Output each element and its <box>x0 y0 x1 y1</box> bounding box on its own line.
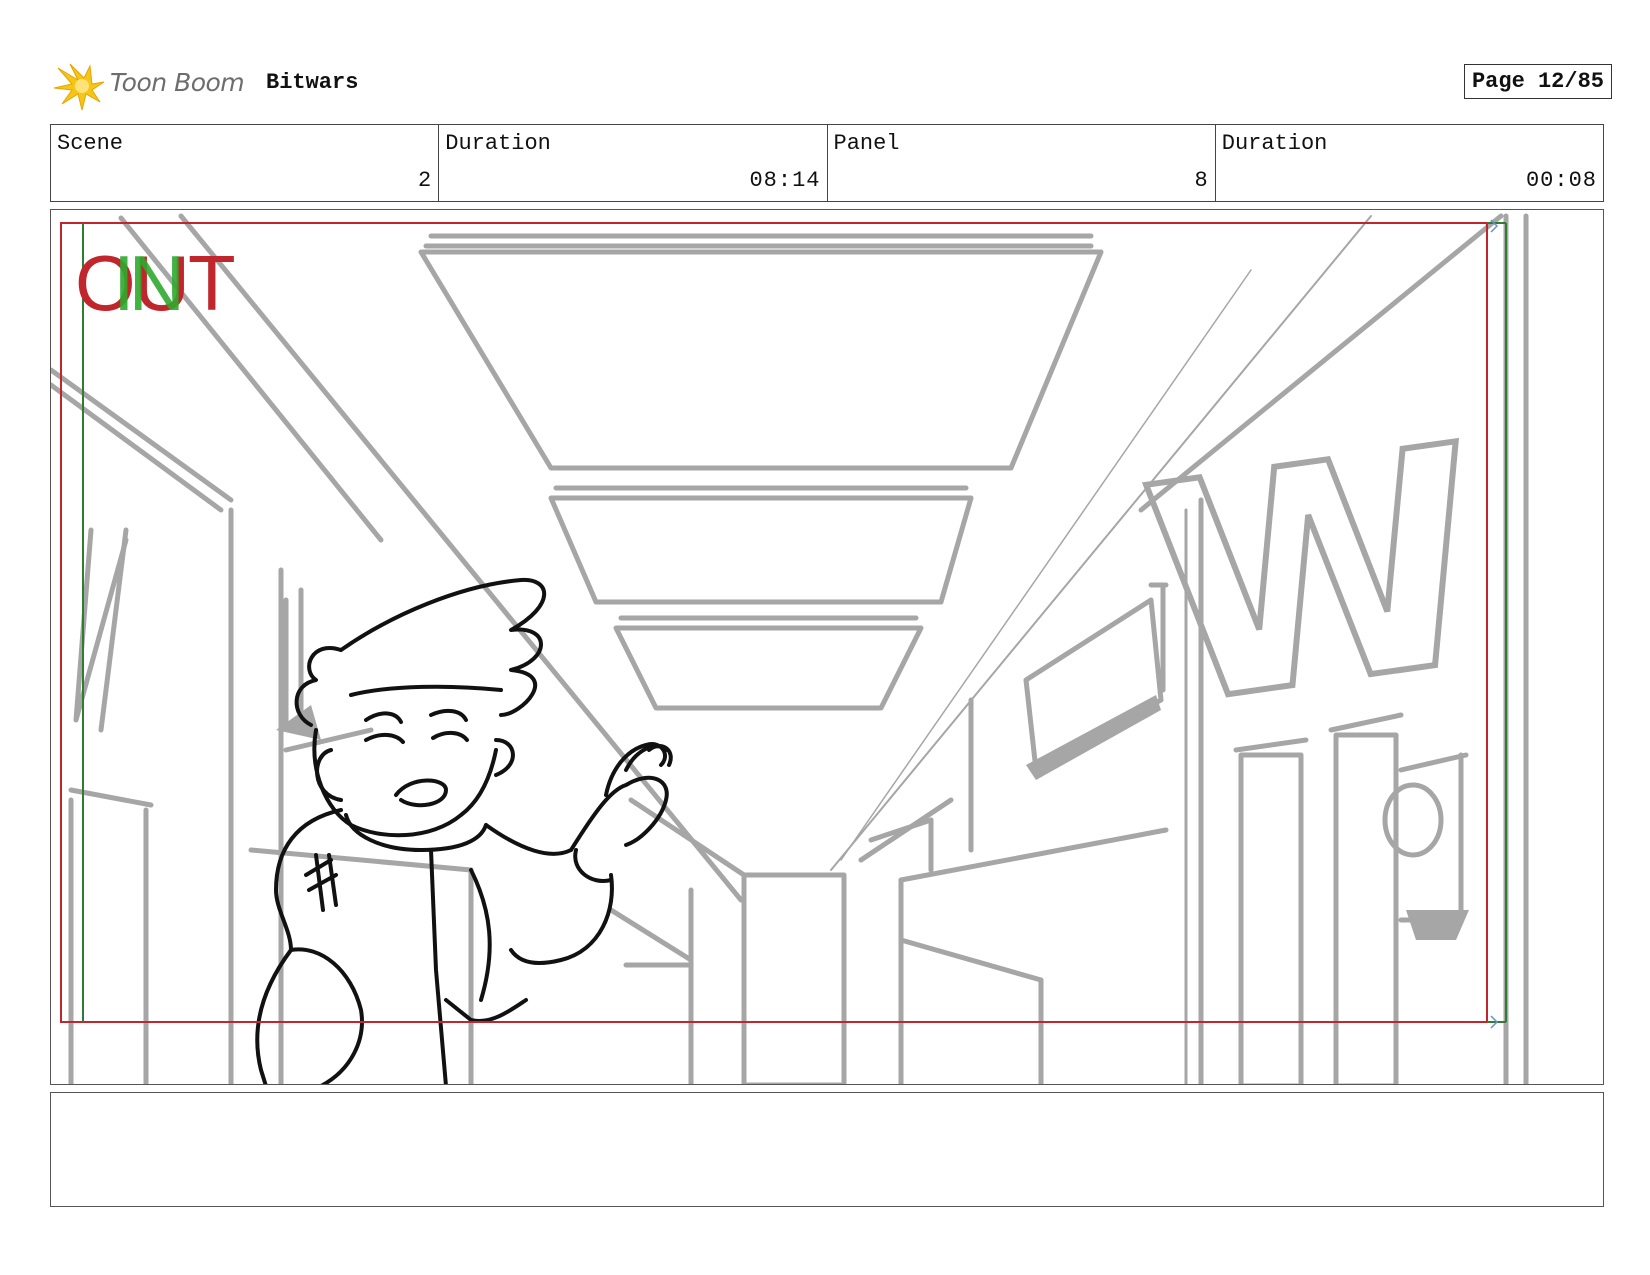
panel-notes <box>50 1092 1604 1207</box>
scene-value: 2 <box>418 168 433 193</box>
panel-sketch: W OUT IN <box>51 213 1529 1084</box>
character-sketch <box>255 577 673 1084</box>
scene-duration-label: Duration <box>445 131 551 156</box>
panel-cell: Panel 8 <box>828 125 1216 201</box>
panel-duration-label: Duration <box>1221 131 1328 156</box>
wall-sign: W <box>1126 378 1508 776</box>
in-marker: IN <box>113 239 179 327</box>
project-title: Bitwars <box>266 70 359 95</box>
page-number: Page 12/85 <box>1463 64 1612 99</box>
sign-letter: W <box>1129 381 1505 773</box>
panel-duration-cell: Duration 00:08 <box>1216 125 1603 201</box>
toon-boom-logo: Toon Boom <box>52 58 252 114</box>
scene-cell: Scene 2 <box>51 125 440 201</box>
storyboard-panel: W OUT IN <box>50 209 1604 1085</box>
starburst-icon <box>53 63 105 111</box>
panel-info-row: Scene 2 Duration 08:14 Panel 8 Duration … <box>50 124 1604 202</box>
scene-label: Scene <box>57 131 124 156</box>
page-header: Toon Boom Bitwars Page 12/85 <box>52 58 1612 114</box>
scene-duration-cell: Duration 08:14 <box>439 125 828 201</box>
panel-label: Panel <box>833 131 900 156</box>
scene-duration-value: 08:14 <box>749 168 821 193</box>
logo-text: Toon Boom <box>110 68 245 97</box>
panel-value: 8 <box>1194 168 1209 193</box>
panel-duration-value: 00:08 <box>1525 168 1597 193</box>
